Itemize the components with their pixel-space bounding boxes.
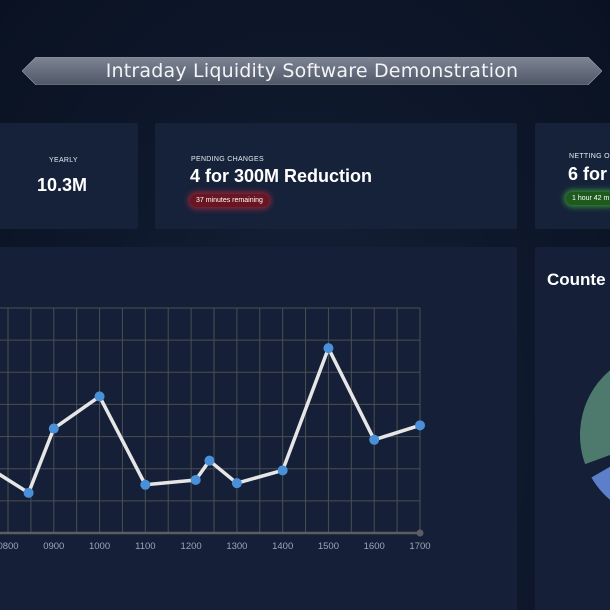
status-badge-pending: 37 minutes remaining (190, 194, 269, 207)
pie-chart-title: Counte (547, 270, 606, 289)
x-tick-label: 1200 (181, 541, 202, 552)
kpi-card-netting[interactable]: NETTING O 6 for 1 hour 42 m (535, 123, 610, 229)
kpi-value-pending: 4 for 300M Reduction (190, 166, 373, 186)
kpi-label-netting: NETTING O (569, 153, 610, 160)
data-point (231, 478, 242, 489)
series-line (0, 346, 421, 495)
data-point (277, 465, 288, 476)
kpi-card-yearly[interactable]: YEARLY 10.3M (0, 123, 138, 229)
x-tick-label: 1700 (409, 541, 430, 552)
data-point (140, 479, 151, 490)
kpi-value-yearly: 10.3M (37, 175, 88, 195)
kpi-label-pending: PENDING CHANGES (191, 156, 264, 163)
pie-slice (580, 370, 610, 465)
x-tick-label: 1000 (89, 541, 110, 552)
line-chart: 0800 0900 1000 1100 1200 1300 1400 1500 1600 1700 (0, 307, 431, 552)
x-tick-label: 0900 (43, 541, 64, 552)
x-tick-label: 1300 (226, 541, 247, 552)
status-badge-netting: 1 hour 42 m (566, 192, 610, 205)
x-tick-label: 1100 (135, 541, 155, 552)
pie-chart (580, 370, 610, 500)
kpi-card-pending-changes[interactable]: PENDING CHANGES 4 for 300M Reduction 37 … (155, 123, 517, 229)
data-point (94, 391, 105, 402)
x-tick-label: 1400 (272, 541, 293, 552)
data-point (23, 487, 34, 498)
x-tick-label: 0800 (0, 541, 19, 552)
data-point (48, 423, 59, 434)
x-tick-label: 1600 (364, 541, 385, 552)
title-banner: Intraday Liquidity Software Demonstratio… (22, 57, 602, 85)
x-tick-label: 1500 (318, 541, 339, 552)
x-axis-end-marker (416, 529, 424, 537)
data-point (369, 434, 380, 445)
kpi-label-yearly: YEARLY (49, 157, 78, 164)
data-point (323, 343, 334, 354)
kpi-value-netting: 6 for (568, 164, 608, 184)
data-point (190, 474, 201, 485)
dashboard: Intraday Liquidity Software Demonstratio… (0, 0, 610, 610)
data-point (415, 420, 425, 431)
page-title: Intraday Liquidity Software Demonstratio… (105, 60, 519, 82)
data-point (204, 455, 215, 466)
